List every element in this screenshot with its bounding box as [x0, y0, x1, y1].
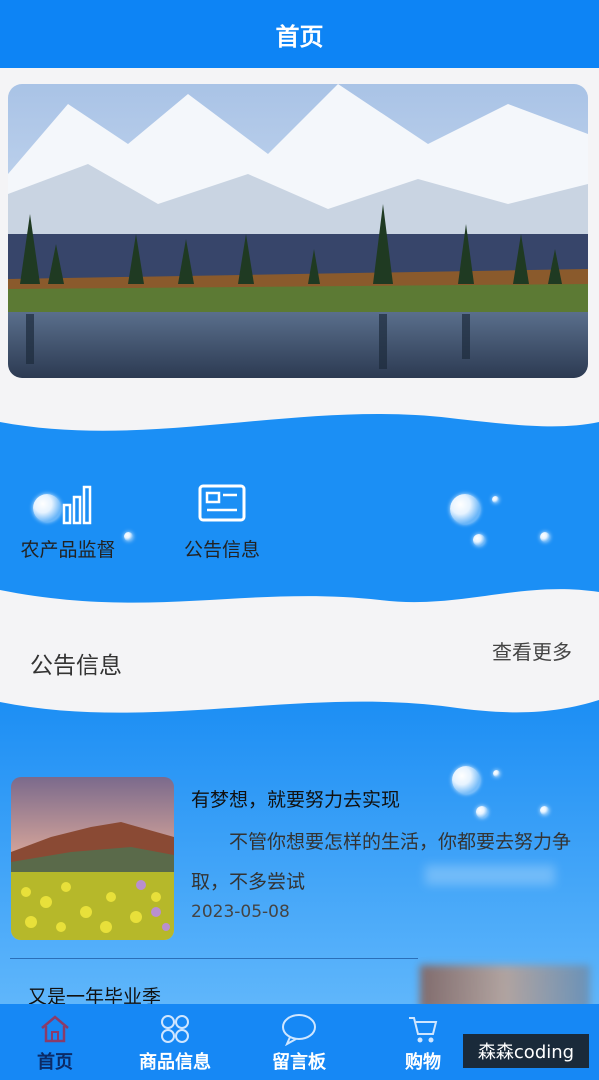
section-title: 公告信息	[30, 653, 122, 679]
tab-home[interactable]: 首页	[0, 1004, 110, 1080]
bubble-decoration	[540, 532, 550, 542]
cart-icon	[409, 1017, 438, 1043]
home-icon	[41, 1015, 69, 1043]
bubble-decoration	[450, 494, 480, 524]
news-thumbnail[interactable]	[11, 777, 174, 940]
page-header: 首页	[0, 0, 599, 68]
page-title: 首页	[275, 22, 324, 51]
bubble-decoration	[452, 766, 480, 794]
bubble-decoration	[493, 770, 500, 777]
chat-icon	[282, 1014, 316, 1046]
banner-image[interactable]	[8, 84, 588, 378]
tab-message-board[interactable]: 留言板	[244, 1004, 354, 1080]
news-title[interactable]: 有梦想，就要努力去实现	[191, 785, 400, 812]
tab-label: 购物	[405, 1052, 441, 1073]
quick-nav-product-supervision[interactable]: 农产品监督	[8, 483, 128, 562]
tab-label: 首页	[37, 1052, 73, 1073]
bar-chart-icon	[62, 485, 92, 525]
bubble-decoration	[473, 534, 485, 546]
watermark: 森森coding	[463, 1034, 589, 1068]
news-divider	[10, 958, 418, 959]
bubble-decoration	[540, 806, 549, 815]
bubble-decoration	[476, 806, 488, 818]
news-card-icon	[198, 484, 246, 522]
grid-icon	[161, 1015, 189, 1043]
quick-nav-label: 农产品监督	[20, 539, 116, 561]
tab-label: 留言板	[272, 1052, 326, 1073]
tab-shopping[interactable]: 购物	[368, 1004, 478, 1080]
blur-overlay	[425, 865, 555, 885]
tab-products[interactable]: 商品信息	[120, 1004, 230, 1080]
news-date: 2023-05-08	[191, 902, 290, 922]
bubble-decoration	[492, 496, 499, 503]
tab-label: 商品信息	[139, 1052, 211, 1073]
view-more-link[interactable]: 查看更多	[492, 636, 572, 665]
news-excerpt: 不管你想要怎样的生活，你都要去努力争取，不多尝试	[191, 831, 572, 893]
quick-nav-announcements[interactable]: 公告信息	[170, 483, 274, 562]
quick-nav-label: 公告信息	[183, 539, 260, 561]
